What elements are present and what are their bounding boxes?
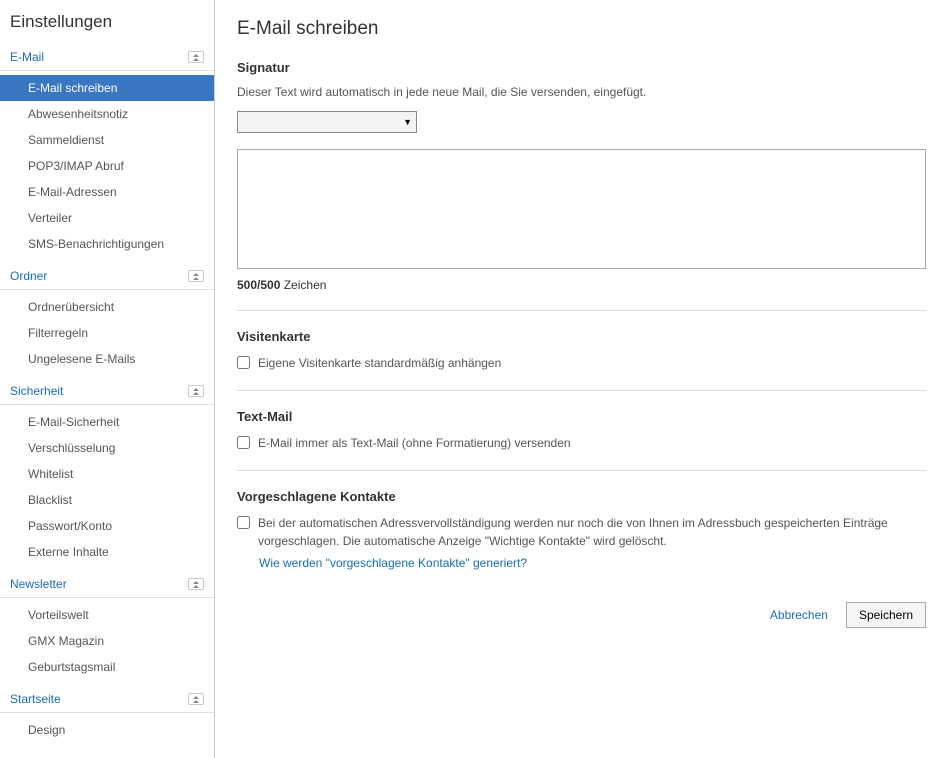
nav-item[interactable]: E-Mail schreiben bbox=[0, 75, 214, 101]
nav-item[interactable]: Ordnerübersicht bbox=[0, 294, 214, 320]
sidebar-title: Einstellungen bbox=[0, 10, 214, 44]
nav-item[interactable]: Externe Inhalte bbox=[0, 539, 214, 565]
textmail-checkbox-label: E-Mail immer als Text-Mail (ohne Formati… bbox=[258, 434, 571, 452]
divider bbox=[237, 390, 926, 391]
collapse-icon[interactable] bbox=[188, 270, 204, 282]
char-label: Zeichen bbox=[280, 278, 326, 292]
nav-item[interactable]: Whitelist bbox=[0, 461, 214, 487]
contacts-help-link[interactable]: Wie werden "vorgeschlagene Kontakte" gen… bbox=[259, 556, 926, 570]
nav-item[interactable]: Geburtstagsmail bbox=[0, 654, 214, 680]
nav-item[interactable]: SMS-Benachrichtigungen bbox=[0, 231, 214, 257]
nav-section-label: Startseite bbox=[10, 692, 61, 706]
signature-desc: Dieser Text wird automatisch in jede neu… bbox=[237, 85, 926, 99]
nav-section-label: Sicherheit bbox=[10, 384, 63, 398]
page-title: E-Mail schreiben bbox=[237, 18, 926, 40]
char-count: 500/500 bbox=[237, 278, 280, 292]
contacts-checkbox[interactable] bbox=[237, 516, 250, 529]
nav-item[interactable]: Abwesenheitsnotiz bbox=[0, 101, 214, 127]
textmail-section: Text-Mail E-Mail immer als Text-Mail (oh… bbox=[237, 409, 926, 452]
nav-section-label: E-Mail bbox=[10, 50, 44, 64]
nav-section-header[interactable]: Ordner bbox=[0, 263, 214, 290]
vcard-checkbox-label: Eigene Visitenkarte standardmäßig anhäng… bbox=[258, 354, 501, 372]
nav-section-label: Ordner bbox=[10, 269, 47, 283]
signature-textarea[interactable] bbox=[237, 149, 926, 269]
nav-section-label: Newsletter bbox=[10, 577, 67, 591]
nav-section-header[interactable]: Startseite bbox=[0, 686, 214, 713]
nav-item[interactable]: GMX Magazin bbox=[0, 628, 214, 654]
main-content: E-Mail schreiben Signatur Dieser Text wi… bbox=[215, 0, 952, 758]
nav-item[interactable]: Verteiler bbox=[0, 205, 214, 231]
collapse-icon[interactable] bbox=[188, 51, 204, 63]
nav-section-header[interactable]: E-Mail bbox=[0, 44, 214, 71]
contacts-section: Vorgeschlagene Kontakte Bei der automati… bbox=[237, 489, 926, 570]
divider bbox=[237, 310, 926, 311]
vcard-section: Visitenkarte Eigene Visitenkarte standar… bbox=[237, 329, 926, 372]
signature-char-counter: 500/500 Zeichen bbox=[237, 278, 926, 292]
textmail-checkbox[interactable] bbox=[237, 436, 250, 449]
nav-item[interactable]: Verschlüsselung bbox=[0, 435, 214, 461]
save-button[interactable]: Speichern bbox=[846, 602, 926, 628]
nav-item[interactable]: Passwort/Konto bbox=[0, 513, 214, 539]
cancel-button[interactable]: Abbrechen bbox=[770, 608, 828, 622]
nav-section-header[interactable]: Sicherheit bbox=[0, 378, 214, 405]
nav-item[interactable]: Design bbox=[0, 717, 214, 743]
nav-item[interactable]: Filterregeln bbox=[0, 320, 214, 346]
sidebar: Einstellungen E-Mail E-Mail schreibenAbwe… bbox=[0, 0, 215, 758]
collapse-icon[interactable] bbox=[188, 578, 204, 590]
footer-buttons: Abbrechen Speichern bbox=[237, 602, 926, 628]
nav-item[interactable]: Blacklist bbox=[0, 487, 214, 513]
vcard-checkbox[interactable] bbox=[237, 356, 250, 369]
signature-select[interactable] bbox=[237, 111, 417, 133]
vcard-heading: Visitenkarte bbox=[237, 329, 926, 344]
nav-item[interactable]: E-Mail-Sicherheit bbox=[0, 409, 214, 435]
nav-item[interactable]: Ungelesene E-Mails bbox=[0, 346, 214, 372]
nav-item[interactable]: Sammeldienst bbox=[0, 127, 214, 153]
signature-heading: Signatur bbox=[237, 60, 926, 75]
signature-section: Signatur Dieser Text wird automatisch in… bbox=[237, 60, 926, 292]
nav-item[interactable]: E-Mail-Adressen bbox=[0, 179, 214, 205]
nav-item[interactable]: POP3/IMAP Abruf bbox=[0, 153, 214, 179]
collapse-icon[interactable] bbox=[188, 385, 204, 397]
collapse-icon[interactable] bbox=[188, 693, 204, 705]
contacts-checkbox-label: Bei der automatischen Adressvervollständ… bbox=[258, 514, 926, 550]
textmail-heading: Text-Mail bbox=[237, 409, 926, 424]
contacts-heading: Vorgeschlagene Kontakte bbox=[237, 489, 926, 504]
nav-item[interactable]: Vorteilswelt bbox=[0, 602, 214, 628]
divider bbox=[237, 470, 926, 471]
nav-section-header[interactable]: Newsletter bbox=[0, 571, 214, 598]
